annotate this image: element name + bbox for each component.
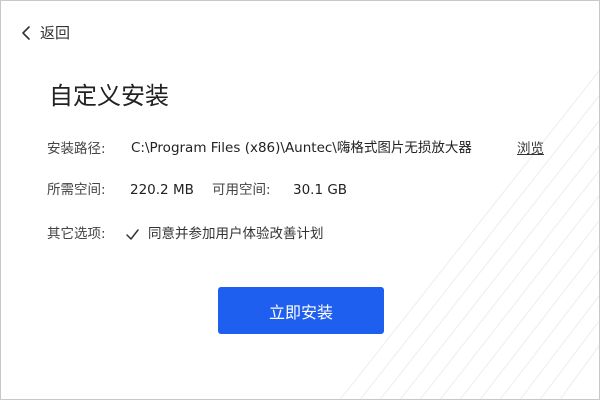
required-space-value: 220.2 MB — [130, 182, 194, 198]
chevron-left-icon — [22, 26, 30, 40]
installer-window: 返回 自定义安装 安装路径: C:\Program Files (x86)\Au… — [0, 0, 600, 400]
browse-link[interactable]: 浏览 — [517, 138, 544, 160]
available-space-value: 30.1 GB — [293, 182, 348, 198]
other-options-row: 其它选项: — [47, 223, 106, 245]
install-path-label: 安装路径: — [47, 141, 106, 157]
install-path-value: C:\Program Files (x86)\Auntec\嗨格式图片无损放大器 — [131, 140, 472, 156]
page-title: 自定义安装 — [49, 82, 169, 110]
available-space-label: 可用空间: — [212, 182, 271, 198]
back-label: 返回 — [40, 24, 71, 42]
checkmark-icon — [126, 228, 139, 240]
experience-program-label: 同意并参加用户体验改善计划 — [148, 226, 324, 242]
install-path-row: 安装路径: — [47, 138, 106, 160]
other-options-label: 其它选项: — [47, 226, 106, 242]
required-space-label: 所需空间: — [47, 182, 106, 198]
required-space-row: 所需空间: — [47, 179, 106, 201]
experience-program-checkbox[interactable]: 同意并参加用户体验改善计划 — [125, 223, 324, 245]
install-now-button[interactable]: 立即安装 — [218, 287, 384, 334]
back-button[interactable]: 返回 — [21, 22, 70, 44]
